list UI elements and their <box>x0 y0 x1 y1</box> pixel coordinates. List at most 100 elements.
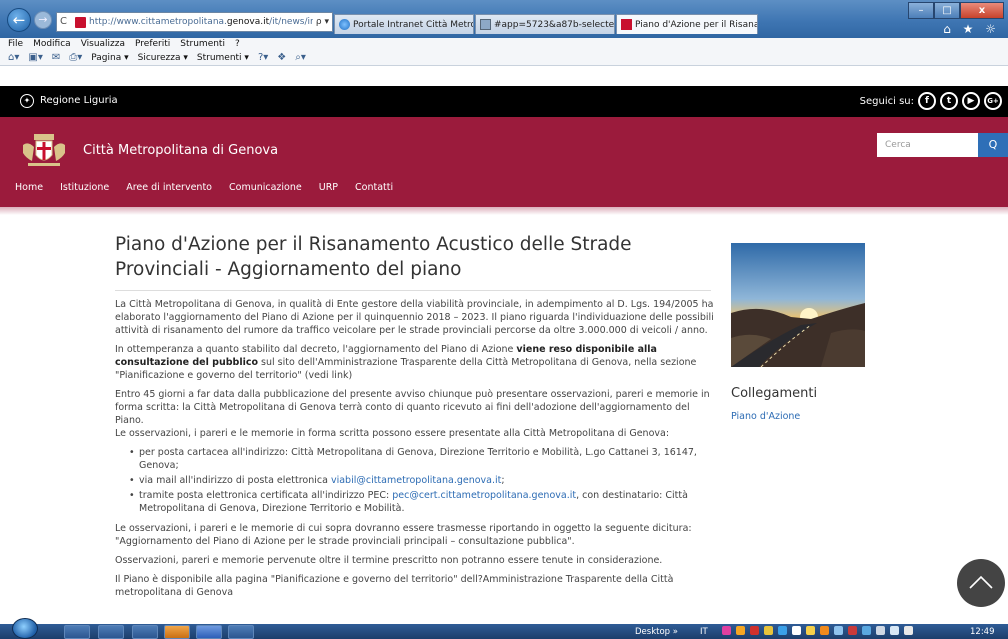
nav-aree-di-intervento[interactable]: Aree di intervento <box>126 182 212 193</box>
site-header: Città Metropolitana di Genova Q Home Ist… <box>0 117 1008 207</box>
tray-icon[interactable] <box>792 626 801 635</box>
article-paragraph: La Città Metropolitana di Genova, in qua… <box>115 299 714 336</box>
tab-intranet[interactable]: Portale Intranet Città Metropol... <box>334 14 474 34</box>
list-item: per posta cartacea all'indirizzo: Città … <box>129 446 717 472</box>
taskbar-explorer-icon[interactable] <box>98 625 124 639</box>
tray-icon[interactable] <box>820 626 829 635</box>
tab-label: Portale Intranet Città Metropol... <box>353 19 474 30</box>
tab-map[interactable]: #app=5723&a87b-selectedInd... <box>475 14 615 34</box>
search-button[interactable]: Q <box>978 133 1008 157</box>
header-shadow <box>0 207 1008 215</box>
tray-icon[interactable] <box>736 626 745 635</box>
region-link[interactable]: Regione Liguria <box>40 95 118 106</box>
article-paragraph: Osservazioni, pareri e memorie pervenute… <box>115 555 663 566</box>
taskbar-files-icon[interactable] <box>132 625 158 639</box>
googleplus-icon[interactable]: G+ <box>984 92 1002 110</box>
menu-file[interactable]: File <box>8 39 23 49</box>
home-favorites-tools-icons[interactable]: ⌂ ★ ☼ <box>943 22 1000 36</box>
region-strip: ✦ Regione Liguria Seguici su: f t ▶ G+ <box>0 86 1008 117</box>
article-paragraph: Entro 45 giorni a far data dalla pubblic… <box>115 389 710 426</box>
email-link[interactable]: viabil@cittametropolitana.genova.it <box>331 475 501 486</box>
browser-menubar: File Modifica Visualizza Preferiti Strum… <box>0 38 1008 66</box>
nav-contatti[interactable]: Contatti <box>355 182 393 193</box>
refresh-icon[interactable]: C <box>60 16 72 28</box>
research-icon[interactable]: ❖ <box>277 52 286 63</box>
scroll-to-top-button[interactable] <box>957 559 1005 607</box>
address-search-icon[interactable]: ρ ▾ <box>313 17 332 27</box>
title-divider <box>115 290 711 291</box>
browser-titlebar: ← → C http://www.cittametropolitana.geno… <box>0 0 1008 38</box>
home-icon[interactable]: ⌂▾ <box>8 52 19 63</box>
tray-icon[interactable] <box>778 626 787 635</box>
minimize-button[interactable]: – <box>908 2 934 19</box>
taskbar-app-icon[interactable] <box>228 625 254 639</box>
command-tools[interactable]: Strumenti ▾ <box>197 53 249 63</box>
system-tray <box>722 626 913 635</box>
facebook-icon[interactable]: f <box>918 92 936 110</box>
taskbar-outlook-icon[interactable] <box>164 625 190 639</box>
social-links: Seguici su: f t ▶ G+ <box>860 92 1002 110</box>
volume-icon[interactable] <box>904 626 913 635</box>
command-page[interactable]: Pagina ▾ <box>91 53 128 63</box>
feeds-icon[interactable]: ▣▾ <box>28 52 42 63</box>
start-button-icon[interactable] <box>12 618 38 639</box>
pec-link[interactable]: pec@cert.cittametropolitana.genova.it <box>392 490 576 501</box>
print-icon[interactable]: ⎙▾ <box>69 52 82 63</box>
command-security[interactable]: Sicurezza ▾ <box>138 53 188 63</box>
site-favicon <box>75 16 86 28</box>
tab-label: Piano d'Azione per il Risana... <box>635 19 758 30</box>
taskbar-clock[interactable]: 12:49 <box>970 627 995 637</box>
youtube-icon[interactable]: ▶ <box>962 92 980 110</box>
mail-icon[interactable]: ✉ <box>52 52 60 63</box>
window-controls: – □ x <box>908 2 1004 19</box>
menu-help[interactable]: ? <box>235 39 240 49</box>
menu-modifica[interactable]: Modifica <box>33 39 71 49</box>
close-window-button[interactable]: x <box>960 2 1004 19</box>
forward-arrow-icon[interactable]: → <box>34 11 52 29</box>
sidebar-link-piano[interactable]: Piano d'Azione <box>731 411 800 422</box>
help-icon[interactable]: ?▾ <box>258 52 268 63</box>
menu-strumenti[interactable]: Strumenti <box>180 39 225 49</box>
menu-preferiti[interactable]: Preferiti <box>135 39 170 49</box>
menu-visualizza[interactable]: Visualizza <box>81 39 125 49</box>
taskbar-ie-icon[interactable] <box>64 625 90 639</box>
tray-icon[interactable] <box>890 626 899 635</box>
address-url[interactable]: http://www.cittametropolitana.genova.it/… <box>89 17 313 27</box>
coat-of-arms-icon[interactable] <box>20 131 68 171</box>
tray-icon[interactable] <box>862 626 871 635</box>
site-favicon <box>621 19 632 30</box>
address-bar[interactable]: C http://www.cittametropolitana.genova.i… <box>56 12 333 32</box>
list-item: tramite posta elettronica certificata al… <box>129 489 717 515</box>
tray-icon[interactable] <box>750 626 759 635</box>
search-input[interactable] <box>877 133 978 157</box>
tab-piano-azione[interactable]: Piano d'Azione per il Risana... ✕ <box>616 14 758 34</box>
tray-icon[interactable] <box>722 626 731 635</box>
language-indicator[interactable]: IT <box>700 627 708 637</box>
taskbar-word-icon[interactable] <box>196 625 222 639</box>
chevron-up-icon <box>969 575 993 589</box>
submission-methods-list: per posta cartacea all'indirizzo: Città … <box>129 446 717 515</box>
tray-icon[interactable] <box>848 626 857 635</box>
tray-icon[interactable] <box>806 626 815 635</box>
follow-label: Seguici su: <box>859 95 914 107</box>
main-nav: Home Istituzione Aree di intervento Comu… <box>15 182 410 193</box>
desktop-toolbar[interactable]: Desktop » <box>635 627 678 637</box>
search-icon: Q <box>988 138 998 151</box>
nav-istituzione[interactable]: Istituzione <box>60 182 109 193</box>
back-arrow-icon[interactable]: ← <box>7 8 31 32</box>
nav-home[interactable]: Home <box>15 182 43 193</box>
tray-icon[interactable] <box>764 626 773 635</box>
page-title: Piano d'Azione per il Risanamento Acusti… <box>115 234 632 280</box>
nav-urp[interactable]: URP <box>319 182 338 193</box>
maximize-button[interactable]: □ <box>934 2 960 19</box>
nav-comunicazione[interactable]: Comunicazione <box>229 182 302 193</box>
tray-icon[interactable] <box>834 626 843 635</box>
menu-row: File Modifica Visualizza Preferiti Strum… <box>8 39 240 49</box>
article-paragraph: Le osservazioni, i pareri e le memorie i… <box>115 428 670 439</box>
tray-icon[interactable] <box>876 626 885 635</box>
site-title[interactable]: Città Metropolitana di Genova <box>83 143 278 158</box>
article: Piano d'Azione per il Risanamento Acusti… <box>115 232 717 605</box>
twitter-icon[interactable]: t <box>940 92 958 110</box>
tab-label: #app=5723&a87b-selectedInd... <box>494 19 615 30</box>
zoom-icon[interactable]: ⌕▾ <box>295 52 306 63</box>
